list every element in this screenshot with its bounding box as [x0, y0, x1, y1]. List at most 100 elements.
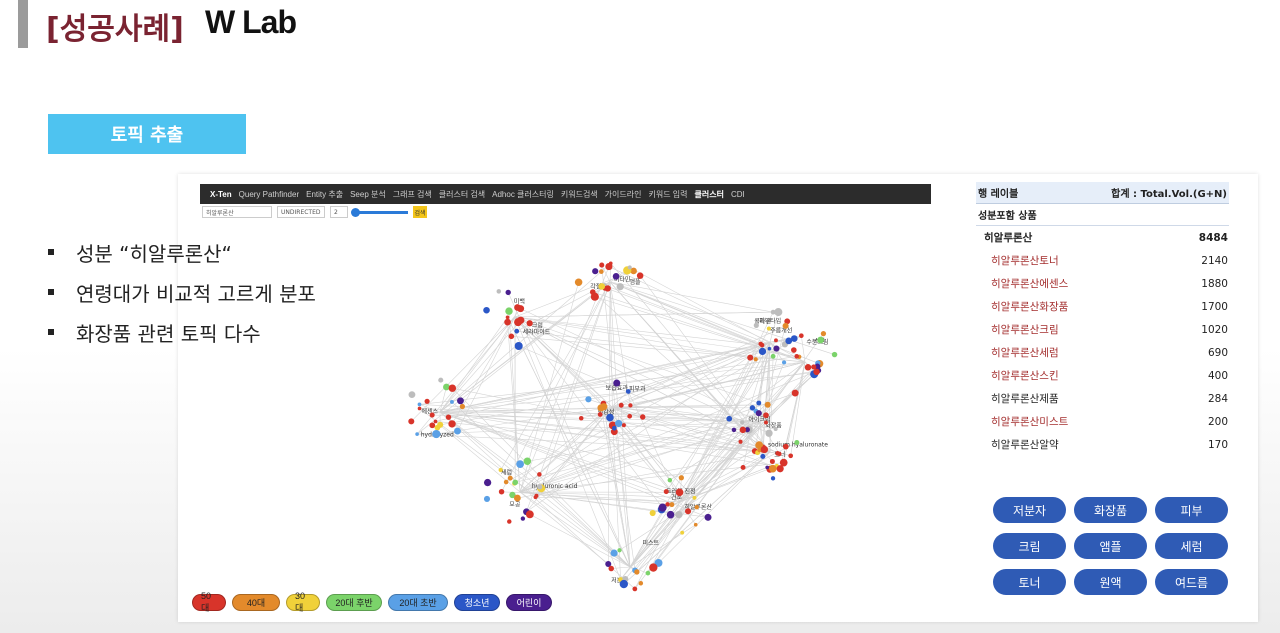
graph-node[interactable] — [782, 443, 789, 450]
graph-node[interactable] — [740, 464, 746, 470]
graph-node[interactable] — [417, 406, 422, 411]
age-legend-chip[interactable]: 20대 후반 — [326, 594, 382, 611]
graph-node[interactable] — [758, 341, 763, 347]
graph-node[interactable] — [813, 368, 820, 376]
graph-node[interactable] — [680, 530, 685, 535]
graph-node[interactable] — [740, 420, 745, 425]
graph-node[interactable] — [766, 326, 771, 331]
graph-node[interactable] — [613, 379, 621, 387]
graph-node[interactable] — [514, 318, 523, 327]
graph-node[interactable] — [437, 421, 444, 428]
graph-node[interactable] — [811, 364, 817, 370]
graph-node[interactable] — [526, 320, 533, 327]
graph-node[interactable] — [537, 472, 542, 477]
graph-node[interactable] — [764, 401, 771, 408]
graph-node[interactable] — [773, 345, 780, 352]
graph-node[interactable] — [457, 397, 464, 405]
graph-node[interactable] — [585, 396, 592, 403]
graph-node[interactable] — [611, 425, 617, 431]
graph-node[interactable] — [636, 272, 644, 279]
slider-knob[interactable] — [351, 207, 360, 217]
age-legend-chip[interactable]: 20대 초반 — [388, 594, 448, 611]
graph-node[interactable] — [777, 451, 782, 457]
graph-node[interactable] — [769, 458, 775, 464]
graph-node[interactable] — [612, 272, 620, 280]
depth-slider[interactable] — [351, 207, 408, 217]
keyword-button[interactable]: 피부 — [1155, 497, 1228, 523]
graph-node[interactable] — [619, 579, 629, 589]
graph-node[interactable] — [769, 464, 777, 473]
graph-node[interactable] — [505, 315, 510, 320]
graph-node[interactable] — [505, 307, 513, 315]
graph-node[interactable] — [669, 502, 675, 508]
graph-node[interactable] — [483, 495, 491, 503]
graph-node[interactable] — [758, 347, 767, 356]
graph-node[interactable] — [438, 377, 444, 383]
graph-node[interactable] — [610, 549, 618, 557]
graph-node[interactable] — [773, 426, 778, 431]
graph-node[interactable] — [675, 510, 683, 519]
graph-node[interactable] — [632, 586, 638, 592]
graph-type-select[interactable]: UNDIRECTED — [277, 206, 325, 218]
graph-node[interactable] — [782, 322, 789, 329]
graph-node[interactable] — [417, 402, 422, 407]
nav-item[interactable]: Adhoc 클러스터링 — [492, 189, 554, 200]
age-legend-chip[interactable]: 50대 — [192, 591, 226, 613]
graph-node[interactable] — [817, 336, 825, 344]
graph-node[interactable] — [599, 262, 605, 268]
graph-node[interactable] — [574, 278, 583, 286]
graph-node[interactable] — [520, 516, 526, 521]
graph-node[interactable] — [645, 570, 651, 576]
graph-node[interactable] — [774, 308, 783, 317]
graph-node[interactable] — [755, 410, 762, 417]
graph-node[interactable] — [433, 419, 438, 424]
graph-node[interactable] — [767, 346, 772, 351]
graph-node[interactable] — [408, 391, 416, 399]
graph-node[interactable] — [779, 458, 788, 467]
graph-node[interactable] — [760, 445, 769, 454]
nav-item[interactable]: 가이드라인 — [605, 189, 642, 200]
keyword-button[interactable]: 화장품 — [1074, 497, 1147, 523]
graph-node[interactable] — [605, 263, 613, 271]
graph-node[interactable] — [504, 318, 511, 326]
graph-node[interactable] — [514, 304, 521, 311]
keyword-button[interactable]: 원액 — [1074, 569, 1147, 595]
keyword-button[interactable]: 크림 — [993, 533, 1066, 559]
graph-node[interactable] — [498, 467, 503, 473]
graph-node[interactable] — [589, 289, 596, 295]
graph-node[interactable] — [739, 426, 747, 434]
graph-node[interactable] — [525, 510, 534, 519]
graph-node[interactable] — [747, 354, 754, 361]
graph-node[interactable] — [514, 341, 523, 351]
graph-node[interactable] — [459, 403, 466, 410]
age-legend-chip[interactable]: 30대 — [286, 591, 320, 613]
graph-node[interactable] — [483, 478, 492, 487]
nav-item[interactable]: Query Pathfinder — [239, 190, 299, 199]
graph-node[interactable] — [794, 354, 800, 359]
graph-node[interactable] — [516, 460, 524, 468]
age-legend-chip[interactable]: 40대 — [232, 594, 280, 611]
graph-node[interactable] — [658, 503, 667, 512]
graph-node[interactable] — [503, 479, 509, 485]
graph-node[interactable] — [507, 475, 513, 481]
graph-node[interactable] — [638, 580, 644, 586]
nav-item[interactable]: 그래프 검색 — [393, 189, 432, 200]
graph-node[interactable] — [753, 357, 758, 362]
graph-node[interactable] — [599, 269, 604, 274]
age-legend-chip[interactable]: 청소년 — [454, 594, 500, 611]
graph-node[interactable] — [756, 400, 762, 406]
graph-node[interactable] — [483, 306, 490, 314]
graph-node[interactable] — [675, 488, 684, 497]
keyword-button[interactable]: 여드름 — [1155, 569, 1228, 595]
graph-node[interactable] — [804, 364, 812, 371]
graph-node[interactable] — [448, 384, 457, 392]
graph-node[interactable] — [649, 510, 656, 517]
graph-node[interactable] — [820, 330, 827, 337]
search-input[interactable]: 히알루론산 — [202, 206, 272, 218]
graph-node[interactable] — [508, 333, 515, 340]
graph-node[interactable] — [429, 422, 436, 429]
graph-node[interactable] — [512, 479, 519, 486]
graph-node[interactable] — [424, 398, 430, 404]
nav-item[interactable]: 키워드 입력 — [648, 189, 687, 200]
nav-item[interactable]: Entity 추출 — [306, 189, 343, 200]
